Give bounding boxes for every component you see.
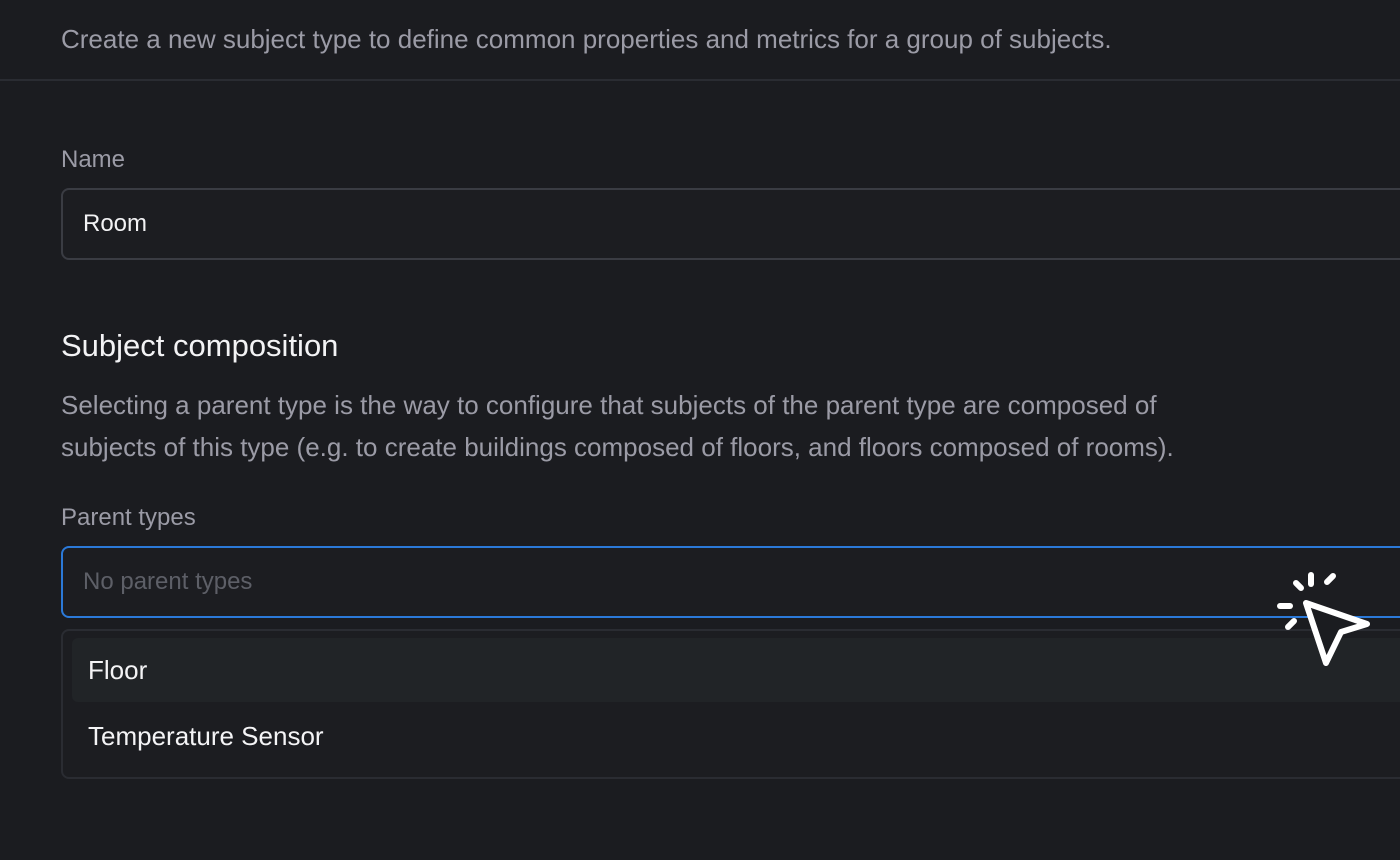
description-line-2: subjects of this type (e.g. to create bu… (61, 432, 1174, 462)
name-input[interactable] (61, 188, 1400, 260)
create-subject-type-form: Create a new subject type to define comm… (0, 0, 1400, 860)
parent-types-dropdown: Floor Temperature Sensor (61, 629, 1400, 779)
description-line-1: Selecting a parent type is the way to co… (61, 390, 1157, 420)
intro-text: Create a new subject type to define comm… (61, 24, 1112, 54)
click-ray-bottom-left (1285, 618, 1297, 630)
parent-types-input[interactable] (61, 546, 1400, 618)
header-divider (0, 79, 1400, 81)
subject-composition-description: Selecting a parent type is the way to co… (61, 384, 1361, 468)
subject-composition-heading: Subject composition (61, 328, 339, 363)
option-floor[interactable]: Floor (72, 638, 1400, 702)
click-ray-top-right (1324, 573, 1336, 585)
click-cursor-icon (1277, 572, 1370, 666)
parent-types-label: Parent types (61, 504, 196, 531)
pointer-arrow (1303, 600, 1370, 666)
option-temperature-sensor[interactable]: Temperature Sensor (72, 704, 1400, 768)
click-ray-top-left (1293, 580, 1304, 591)
name-field-label: Name (61, 146, 126, 173)
